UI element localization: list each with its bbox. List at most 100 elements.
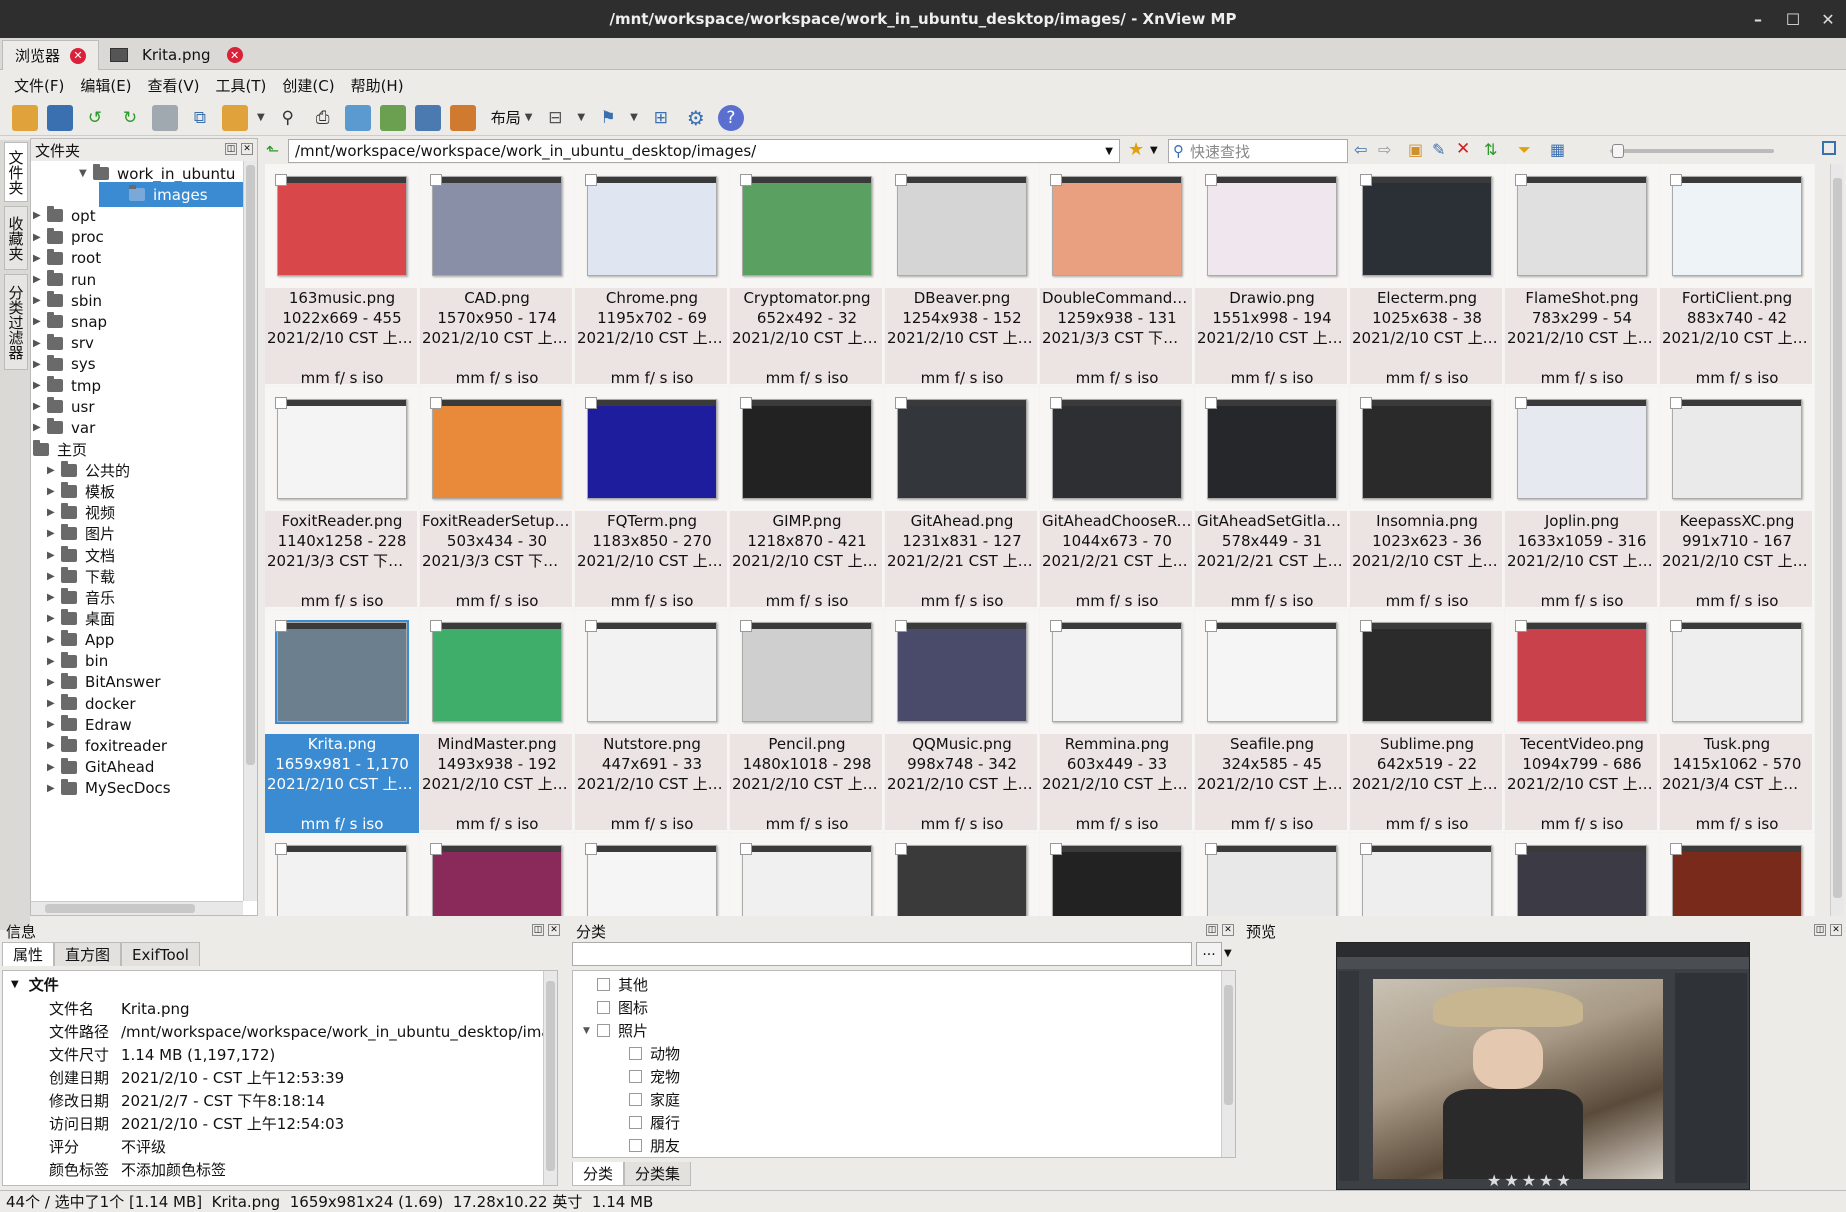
select-checkbox[interactable] (1360, 397, 1372, 409)
tab-exiftool[interactable]: ExifTool (121, 942, 200, 966)
batch-icon[interactable] (152, 104, 178, 131)
category-checkbox[interactable] (597, 1001, 610, 1014)
rotate-left-icon[interactable]: ↺ (82, 105, 108, 131)
thumbnail-cell[interactable]: FlameShot.png 783x299 - 54 2021/2/10 CST 上… (1505, 164, 1659, 387)
thumbnail-size-slider[interactable] (1610, 144, 1774, 158)
binoculars-icon[interactable]: ⚲ (275, 105, 301, 131)
thumbnail-cell[interactable]: Chrome.png 1195x702 - 69 2021/2/10 CST 上午.… (575, 164, 729, 387)
menu-file[interactable]: 文件(F) (6, 75, 72, 96)
select-checkbox[interactable] (585, 397, 597, 409)
tab-properties[interactable]: 属性 (2, 942, 55, 966)
chevron-right-icon[interactable]: ▶ (47, 528, 61, 539)
slider-handle[interactable] (1612, 144, 1624, 158)
float-icon[interactable]: ◫ (532, 924, 544, 936)
select-checkbox[interactable] (275, 397, 287, 409)
select-checkbox[interactable] (895, 174, 907, 186)
chevron-down-icon[interactable]: ▼ (79, 168, 93, 179)
vertical-scrollbar[interactable] (543, 971, 557, 1185)
select-checkbox[interactable] (1670, 397, 1682, 409)
select-checkbox[interactable] (1515, 397, 1527, 409)
thumbnail-cell[interactable]: Seafile.png 324x585 - 45 2021/2/10 CST 上午.… (1195, 610, 1349, 833)
select-checkbox[interactable] (1670, 174, 1682, 186)
select-checkbox[interactable] (895, 397, 907, 409)
category-item[interactable]: 宠物 (615, 1065, 680, 1088)
menu-view[interactable]: 查看(V) (140, 75, 208, 96)
tab-histogram[interactable]: 直方图 (54, 942, 122, 966)
new-folder-icon[interactable]: ▣ (1408, 140, 1423, 159)
select-checkbox[interactable] (1050, 843, 1062, 855)
rename-icon[interactable]: ✎ (1432, 140, 1445, 159)
float-icon[interactable]: ◫ (1206, 924, 1218, 936)
chevron-right-icon[interactable]: ▶ (33, 359, 47, 370)
select-checkbox[interactable] (1360, 174, 1372, 186)
print-icon[interactable]: ⎙ (310, 105, 336, 131)
copy-icon[interactable]: ⧉ (187, 105, 213, 131)
tab-category-sets[interactable]: 分类集 (624, 1162, 692, 1186)
thumbnail-cell[interactable] (1195, 833, 1349, 916)
horizontal-scrollbar[interactable] (31, 901, 243, 915)
select-checkbox[interactable] (740, 843, 752, 855)
select-checkbox[interactable] (1360, 843, 1372, 855)
select-checkbox[interactable] (1515, 843, 1527, 855)
menu-tools[interactable]: 工具(T) (208, 75, 275, 96)
chevron-right-icon[interactable]: ▶ (47, 634, 61, 645)
layout-button[interactable]: 布局 (491, 107, 521, 128)
help-icon[interactable]: ? (717, 104, 744, 131)
select-checkbox[interactable] (1670, 620, 1682, 632)
menu-help[interactable]: 帮助(H) (343, 75, 412, 96)
select-checkbox[interactable] (895, 843, 907, 855)
thumbnail-cell[interactable]: GIMP.png 1218x870 - 421 2021/2/10 CST 上午..… (730, 387, 884, 610)
close-tab-icon[interactable]: ✕ (226, 47, 243, 63)
side-tab-favorites[interactable]: 收藏夹 (4, 206, 28, 270)
select-checkbox[interactable] (1050, 174, 1062, 186)
close-panel-icon[interactable]: ✕ (241, 143, 253, 155)
thumbnail-cell[interactable]: DBeaver.png 1254x938 - 152 2021/2/10 CST 上… (885, 164, 1039, 387)
chevron-right-icon[interactable]: ▶ (33, 401, 47, 412)
thumbnail-cell[interactable]: TecentVideo.png 1094x799 - 686 2021/2/10 C… (1505, 610, 1659, 833)
thumbnail-cell[interactable] (1350, 833, 1504, 916)
thumbnail-cell[interactable]: CAD.png 1570x950 - 174 2021/2/10 CST 上午...… (420, 164, 574, 387)
thumbnail-cell[interactable]: FoxitReaderSetup.p... 503x434 - 30 2021/3/… (420, 387, 574, 610)
open-icon[interactable] (12, 104, 38, 131)
category-checkbox[interactable] (597, 1024, 610, 1037)
chevron-right-icon[interactable]: ▶ (47, 783, 61, 794)
close-panel-icon[interactable]: ✕ (1222, 924, 1234, 936)
chevron-down-icon[interactable]: ▼ (1150, 145, 1158, 156)
select-checkbox[interactable] (1515, 174, 1527, 186)
thumbnail-cell[interactable]: 163music.png 1022x669 - 455 2021/2/10 CST … (265, 164, 419, 387)
select-checkbox[interactable] (740, 174, 752, 186)
thumbnail-cell[interactable]: Cryptomator.png 652x492 - 32 2021/2/10 CST… (730, 164, 884, 387)
chevron-right-icon[interactable]: ▶ (47, 698, 61, 709)
category-checkbox[interactable] (629, 1070, 642, 1083)
tab-krita[interactable]: Krita.png ✕ (98, 40, 255, 70)
chevron-right-icon[interactable]: ▶ (47, 550, 61, 561)
vertical-scrollbar[interactable] (243, 161, 257, 901)
maximize-icon[interactable]: ☐ (1775, 0, 1811, 38)
back-icon[interactable]: ⇦ (1354, 140, 1367, 159)
side-tab-folders[interactable]: 文件夹 (4, 142, 28, 202)
chevron-right-icon[interactable]: ▶ (47, 740, 61, 751)
thumbnail-cell[interactable]: Tusk.png 1415x1062 - 570 2021/3/4 CST 上午1.… (1660, 610, 1814, 833)
close-tab-icon[interactable]: ✕ (70, 47, 87, 64)
select-checkbox[interactable] (1515, 620, 1527, 632)
tab-browser[interactable]: 浏览器 ✕ (2, 40, 100, 70)
thumbnail-cell[interactable] (1505, 833, 1659, 916)
thumbnail-cell[interactable]: GitAhead.png 1231x831 - 127 2021/2/21 CST … (885, 387, 1039, 610)
select-checkbox[interactable] (1050, 397, 1062, 409)
thumbnail-cell[interactable]: Joplin.png 1633x1059 - 316 2021/2/10 CST 上… (1505, 387, 1659, 610)
chevron-right-icon[interactable]: ▶ (47, 719, 61, 730)
export-icon[interactable] (344, 104, 371, 131)
select-checkbox[interactable] (1205, 174, 1217, 186)
thumbnail-cell[interactable]: GitAheadChooseRe... 1044x673 - 70 2021/2/2… (1040, 387, 1194, 610)
thumbnail-cell[interactable]: FoxitReader.png 1140x1258 - 228 2021/3/3 C… (265, 387, 419, 610)
select-checkbox[interactable] (430, 620, 442, 632)
screenshot-icon[interactable] (414, 104, 441, 131)
chevron-right-icon[interactable]: ▶ (47, 571, 61, 582)
select-checkbox[interactable] (895, 620, 907, 632)
thumbnail-cell[interactable]: KeepassXC.png 991x710 - 167 2021/2/10 CST … (1660, 387, 1814, 610)
folder-item[interactable]: ▶ MySecDocs (31, 776, 245, 801)
gear-icon[interactable]: ⚙ (683, 105, 709, 131)
thumbnail-cell[interactable] (1040, 833, 1194, 916)
select-checkbox[interactable] (430, 397, 442, 409)
chevron-right-icon[interactable]: ▶ (33, 210, 47, 221)
